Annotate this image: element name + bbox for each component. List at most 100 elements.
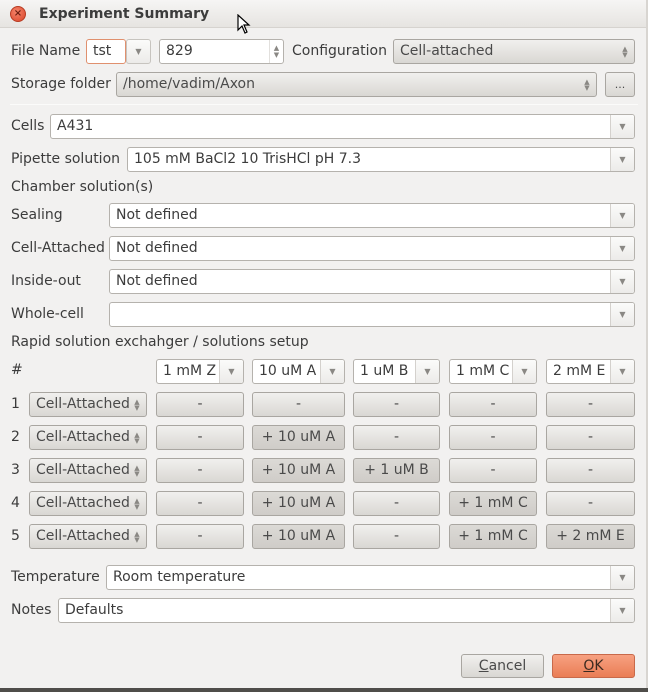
chevron-down-icon[interactable]: ▼ — [610, 204, 634, 227]
row-configuration-select[interactable]: Cell-Attached ▲ ▼ — [29, 524, 147, 549]
cancel-label: ancel — [488, 658, 527, 674]
spin-arrows-icon[interactable]: ▲ ▼ — [269, 40, 283, 63]
chevron-down-icon[interactable]: ▼ — [610, 148, 634, 171]
solution-column-value: 1 mM C — [456, 363, 510, 379]
solution-toggle-button[interactable]: - — [156, 458, 244, 483]
close-window-button[interactable]: × — [10, 5, 26, 22]
solution-toggle-button[interactable]: - — [156, 491, 244, 516]
cells-combo[interactable]: A431 ▼ — [50, 114, 635, 139]
file-prefix-dropdown[interactable]: ▼ — [126, 39, 151, 64]
ok-button[interactable]: OK — [552, 654, 635, 678]
solution-column-value: 1 mM Z — [163, 363, 217, 379]
chevron-down-icon[interactable]: ▼ — [320, 360, 344, 383]
solution-toggle-button[interactable]: - — [546, 458, 635, 483]
solution-column-combo[interactable]: 2 mM E ▼ — [546, 359, 635, 384]
solution-column-value: 10 uM A — [259, 363, 317, 379]
solution-toggle-button[interactable]: - — [156, 392, 244, 417]
solution-column-combo[interactable]: 1 mM Z ▼ — [156, 359, 244, 384]
row-configuration-value: Cell-Attached — [36, 396, 130, 412]
close-icon: × — [13, 7, 23, 19]
solution-column-combo[interactable]: 10 uM A ▼ — [252, 359, 345, 384]
inside-out-combo[interactable]: Not defined ▼ — [109, 269, 635, 294]
solution-toggle-button[interactable]: - — [353, 491, 440, 516]
sealing-value: Not defined — [116, 207, 198, 223]
updown-icon: ▲ ▼ — [134, 463, 140, 478]
solution-toggle-button[interactable]: + 10 uM A — [252, 524, 345, 549]
inside-out-value: Not defined — [116, 273, 198, 289]
row-configuration-select[interactable]: Cell-Attached ▲ ▼ — [29, 425, 147, 450]
chevron-down-icon[interactable]: ▼ — [610, 270, 634, 293]
solution-toggle-button[interactable]: - — [353, 392, 440, 417]
row-configuration-select[interactable]: Cell-Attached ▲ ▼ — [29, 491, 147, 516]
chevron-down-icon[interactable]: ▼ — [610, 303, 634, 326]
chevron-down-icon[interactable]: ▼ — [610, 360, 634, 383]
solution-toggle-button[interactable]: - — [449, 392, 537, 417]
chevron-down-icon[interactable]: ▼ — [610, 566, 634, 589]
configuration-value: Cell-attached — [400, 43, 494, 59]
notes-combo[interactable]: Defaults ▼ — [58, 598, 635, 623]
chevron-down-icon[interactable]: ▼ — [610, 237, 634, 260]
window-title: Experiment Summary — [39, 5, 210, 22]
temperature-combo[interactable]: Room temperature ▼ — [106, 565, 635, 590]
file-prefix-input[interactable]: tst — [86, 39, 126, 64]
solution-toggle-button[interactable]: - — [546, 425, 635, 450]
solution-column-value: 1 uM B — [360, 363, 409, 379]
desktop-edge — [0, 688, 648, 692]
updown-icon: ▲ ▼ — [134, 529, 140, 544]
chevron-down-icon[interactable]: ▼ — [415, 360, 439, 383]
storage-folder-select[interactable]: /home/vadim/Axon ▲ ▼ — [116, 72, 597, 97]
solution-toggle-button[interactable]: + 1 uM B — [353, 458, 440, 483]
solution-toggle-button[interactable]: - — [156, 425, 244, 450]
chevron-down-icon[interactable]: ▼ — [219, 360, 243, 383]
solution-toggle-button[interactable]: + 10 uM A — [252, 491, 345, 516]
pipette-solution-combo[interactable]: 105 mM BaCl2 10 TrisHCl pH 7.3 ▼ — [127, 147, 635, 172]
solution-toggle-button[interactable]: + 2 mM E — [546, 524, 635, 549]
storage-folder-label: Storage folder — [11, 76, 111, 92]
solution-toggle-button[interactable]: - — [449, 425, 537, 450]
chevron-down-icon[interactable]: ▼ — [610, 599, 634, 622]
solution-column-combo[interactable]: 1 mM C ▼ — [449, 359, 537, 384]
file-number-value: 829 — [166, 43, 193, 59]
solution-toggle-button[interactable]: + 10 uM A — [252, 458, 345, 483]
row-configuration-select[interactable]: Cell-Attached ▲ ▼ — [29, 458, 147, 483]
sealing-combo[interactable]: Not defined ▼ — [109, 203, 635, 228]
whole-cell-combo[interactable]: ▼ — [109, 302, 635, 327]
updown-icon: ▲ ▼ — [134, 430, 140, 445]
notes-label: Notes — [11, 602, 52, 618]
configuration-select[interactable]: Cell-attached ▲ ▼ — [393, 39, 635, 64]
ok-label: K — [594, 658, 604, 674]
rapid-exchanger-heading: Rapid solution exchahger / solutions set… — [11, 334, 309, 350]
cancel-button[interactable]: Cancel — [461, 654, 544, 678]
chevron-down-icon[interactable]: ▼ — [610, 115, 634, 138]
separator — [10, 104, 638, 105]
solution-toggle-button[interactable]: - — [353, 524, 440, 549]
row-number: 2 — [11, 429, 20, 445]
updown-icon: ▲ ▼ — [622, 44, 628, 59]
mouse-cursor-icon — [237, 14, 251, 34]
cell-attached-value: Not defined — [116, 240, 198, 256]
pipette-solution-value: 105 mM BaCl2 10 TrisHCl pH 7.3 — [134, 151, 362, 167]
row-number: 5 — [11, 528, 20, 544]
solution-toggle-button[interactable]: + 1 mM C — [449, 491, 537, 516]
storage-folder-value: /home/vadim/Axon — [123, 76, 255, 92]
updown-icon: ▲ ▼ — [584, 77, 590, 92]
row-configuration-select[interactable]: Cell-Attached ▲ ▼ — [29, 392, 147, 417]
solution-toggle-button[interactable]: + 10 uM A — [252, 425, 345, 450]
solution-column-combo[interactable]: 1 uM B ▼ — [353, 359, 440, 384]
solution-toggle-button[interactable]: - — [546, 491, 635, 516]
solution-toggle-button[interactable]: - — [156, 524, 244, 549]
temperature-label: Temperature — [11, 569, 100, 585]
solution-toggle-button[interactable]: - — [353, 425, 440, 450]
solution-toggle-button[interactable]: - — [546, 392, 635, 417]
chevron-down-icon[interactable]: ▼ — [512, 360, 536, 383]
cell-attached-combo[interactable]: Not defined ▼ — [109, 236, 635, 261]
whole-cell-value — [110, 303, 610, 326]
updown-icon: ▲ ▼ — [134, 496, 140, 511]
solution-toggle-button[interactable]: - — [252, 392, 345, 417]
row-number: 1 — [11, 396, 20, 412]
ok-mnemonic: O — [583, 658, 595, 674]
file-number-spinbox[interactable]: 829 ▲ ▼ — [159, 39, 284, 64]
solution-toggle-button[interactable]: + 1 mM C — [449, 524, 537, 549]
solution-toggle-button[interactable]: - — [449, 458, 537, 483]
browse-folder-button[interactable]: ... — [605, 72, 635, 97]
